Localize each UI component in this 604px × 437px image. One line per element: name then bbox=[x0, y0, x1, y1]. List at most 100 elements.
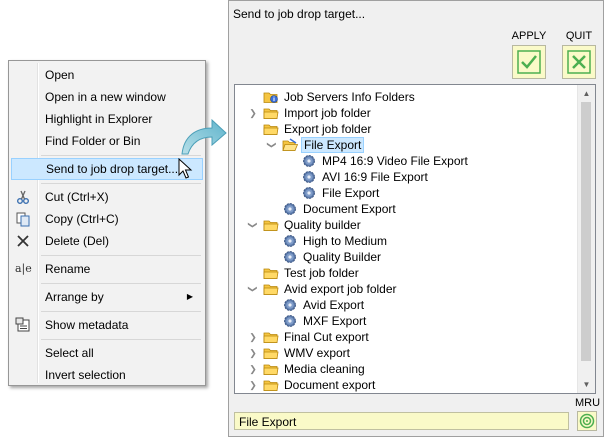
menu-item-copy[interactable]: Copy (Ctrl+C) bbox=[11, 208, 203, 230]
collapse-arrow-icon[interactable]: ❯ bbox=[247, 217, 259, 233]
tree-node-label: AVI 16:9 File Export bbox=[322, 170, 428, 184]
job-folder-tree[interactable]: Job Servers Info Folders ❯ Import job fold… bbox=[234, 84, 596, 394]
tree-node[interactable]: Document Export bbox=[282, 201, 398, 217]
menu-separator bbox=[41, 183, 201, 184]
tree-node[interactable]: ❯ Quality builder bbox=[248, 217, 363, 233]
folder-icon bbox=[263, 218, 279, 232]
tree-node[interactable]: ❯ File Export bbox=[267, 137, 365, 153]
apply-button[interactable] bbox=[512, 45, 546, 79]
collapse-arrow-icon[interactable]: ❯ bbox=[266, 137, 278, 153]
tree-node[interactable]: Quality Builder bbox=[282, 249, 383, 265]
tree-node[interactable]: File Export bbox=[301, 185, 381, 201]
tree-node-label: Avid Export bbox=[303, 298, 365, 312]
tree-node[interactable]: ❯ Avid export job folder bbox=[248, 281, 399, 297]
menu-item-select-all[interactable]: Select all bbox=[11, 342, 203, 364]
gear-icon bbox=[282, 202, 298, 216]
menu-separator bbox=[41, 311, 201, 312]
tree-node-label: File Export bbox=[301, 137, 365, 153]
menu-item-label: Select all bbox=[45, 346, 94, 360]
menu-separator bbox=[41, 155, 201, 156]
mru-button[interactable] bbox=[577, 411, 597, 431]
expand-arrow-icon[interactable]: ❯ bbox=[247, 329, 259, 345]
menu-item-label: Open bbox=[45, 68, 75, 82]
tree-node[interactable]: ❯ Media cleaning bbox=[249, 361, 367, 377]
menu-item-send-to-job-drop-target[interactable]: Send to job drop target... bbox=[11, 158, 203, 180]
menu-item-highlight-in-explorer[interactable]: Highlight in Explorer bbox=[11, 108, 203, 130]
tree-node[interactable]: Job Servers Info Folders bbox=[263, 89, 417, 105]
gear-icon bbox=[301, 186, 317, 200]
menu-item-label: Show metadata bbox=[45, 318, 129, 332]
menu-item-delete[interactable]: Delete (Del) bbox=[11, 230, 203, 252]
menu-item-label: Find Folder or Bin bbox=[45, 134, 141, 148]
folder-icon bbox=[263, 106, 279, 120]
menu-item-invert-selection[interactable]: Invert selection bbox=[11, 364, 203, 386]
scroll-down-icon[interactable]: ▼ bbox=[578, 376, 595, 393]
menu-item-cut[interactable]: Cut (Ctrl+X) bbox=[11, 186, 203, 208]
menu-item-show-metadata[interactable]: Show metadata bbox=[11, 314, 203, 336]
connector-arrow-icon bbox=[181, 118, 227, 155]
copy-icon bbox=[15, 211, 31, 227]
tree-node-label: High to Medium bbox=[303, 234, 388, 248]
tree-node[interactable]: AVI 16:9 File Export bbox=[301, 169, 430, 185]
apply-label: APPLY bbox=[511, 30, 547, 42]
tree-node[interactable]: ❯ WMV export bbox=[249, 345, 352, 361]
menu-item-open-new-window[interactable]: Open in a new window bbox=[11, 86, 203, 108]
tree-node[interactable]: Test job folder bbox=[263, 265, 361, 281]
tree-node-label: File Export bbox=[322, 186, 380, 200]
quit-button[interactable] bbox=[562, 45, 596, 79]
menu-item-label: Send to job drop target... bbox=[46, 162, 179, 176]
folder-icon bbox=[263, 346, 279, 360]
menu-item-rename[interactable]: a|e Rename bbox=[11, 258, 203, 280]
expand-arrow-icon[interactable]: ❯ bbox=[247, 377, 259, 393]
scissors-icon bbox=[15, 189, 31, 205]
collapse-arrow-icon[interactable]: ❯ bbox=[247, 281, 259, 297]
scrollbar-thumb[interactable] bbox=[581, 102, 591, 361]
menu-separator bbox=[41, 339, 201, 340]
tree-node[interactable]: MXF Export bbox=[282, 313, 368, 329]
folder-info-icon bbox=[263, 90, 279, 104]
menu-item-label: Highlight in Explorer bbox=[45, 112, 153, 126]
tree-node[interactable]: Export job folder bbox=[263, 121, 373, 137]
menu-item-label: Cut (Ctrl+X) bbox=[45, 190, 109, 204]
expand-arrow-icon[interactable]: ❯ bbox=[247, 345, 259, 361]
scroll-up-icon[interactable]: ▲ bbox=[578, 85, 595, 102]
expand-arrow-icon[interactable]: ❯ bbox=[247, 105, 259, 121]
expand-arrow-icon[interactable]: ❯ bbox=[247, 361, 259, 377]
tree-node[interactable]: MP4 16:9 Video File Export bbox=[301, 153, 470, 169]
quit-label: QUIT bbox=[565, 30, 593, 42]
tree-node-label: Test job folder bbox=[284, 266, 359, 280]
folder-open-icon bbox=[282, 138, 299, 152]
folder-icon bbox=[263, 122, 279, 136]
menu-item-arrange-by[interactable]: Arrange by ▶ bbox=[11, 286, 203, 308]
tree-node[interactable]: ❯ Document export bbox=[249, 377, 377, 393]
mouse-cursor-icon bbox=[178, 158, 193, 179]
menu-item-find-folder-or-bin[interactable]: Find Folder or Bin bbox=[11, 130, 203, 152]
tree-node[interactable]: High to Medium bbox=[282, 233, 389, 249]
tree-node-label: Document Export bbox=[303, 202, 396, 216]
selected-target-field: File Export bbox=[234, 412, 569, 430]
menu-separator bbox=[41, 283, 201, 284]
menu-item-label: Delete (Del) bbox=[45, 234, 110, 248]
rename-icon: a|e bbox=[15, 262, 32, 275]
tree-node-label: Quality Builder bbox=[303, 250, 382, 264]
tree-node-label: Import job folder bbox=[284, 106, 371, 120]
tree-node-label: Job Servers Info Folders bbox=[284, 90, 415, 104]
menu-item-label: Rename bbox=[45, 262, 91, 276]
tree-node[interactable]: ❯ Import job folder bbox=[249, 105, 373, 121]
gear-icon bbox=[301, 154, 317, 168]
menu-item-open[interactable]: Open bbox=[11, 64, 203, 86]
tree-node[interactable]: Avid Export bbox=[282, 297, 366, 313]
gear-icon bbox=[282, 314, 298, 328]
tree-node[interactable]: ❯ Final Cut export bbox=[249, 329, 371, 345]
vertical-scrollbar[interactable]: ▲ ▼ bbox=[577, 85, 595, 393]
checkmark-icon bbox=[517, 50, 541, 74]
